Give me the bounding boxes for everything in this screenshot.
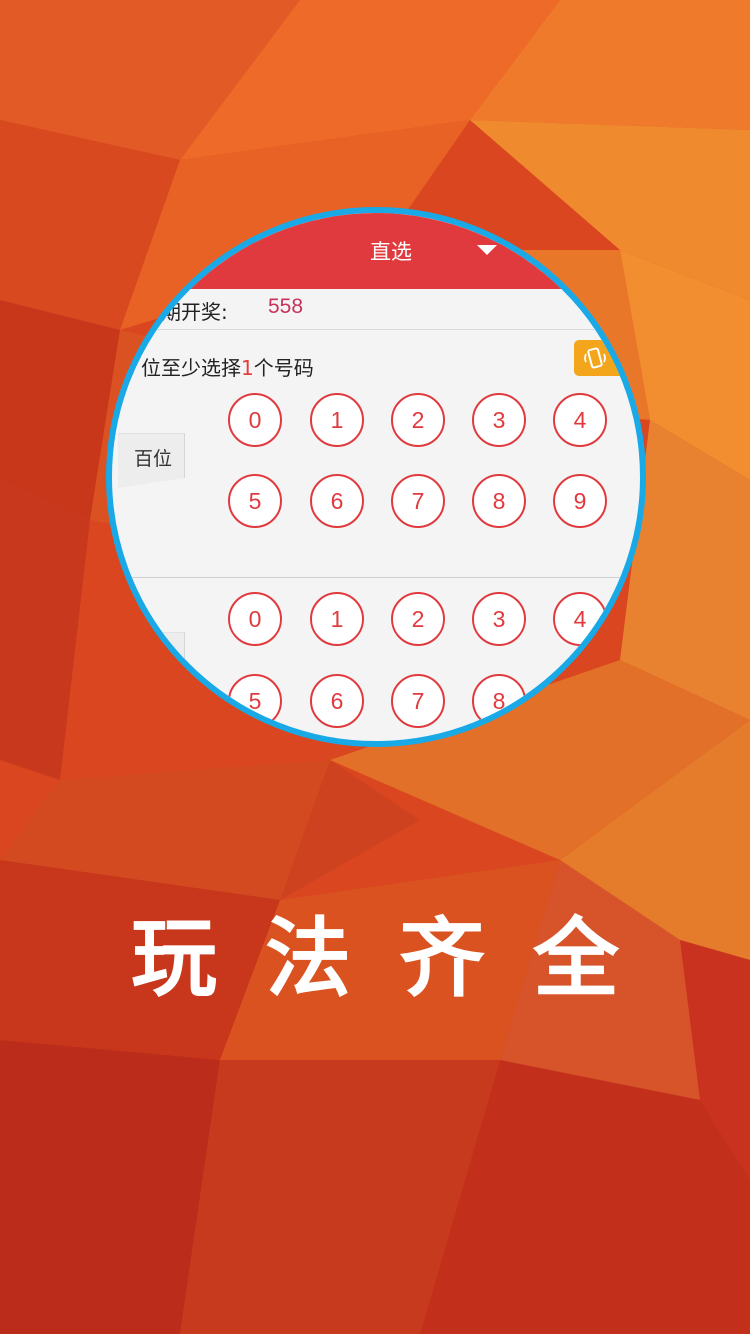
number-ball-tens-2[interactable]: 2 [391,592,445,646]
number-ball-tens-3[interactable]: 3 [472,592,526,646]
hint-prefix: 位至少选择 [141,356,241,380]
number-ball-tens-5[interactable]: 5 [228,674,282,728]
hundreds-position-label: 百位 [134,448,173,470]
number-ball-hundreds-3[interactable]: 3 [472,393,526,447]
number-ball-hundreds-1[interactable]: 1 [310,393,364,447]
hint-suffix: 个号码 [253,356,314,380]
promo-slogan: 玩法齐全 [131,909,667,1009]
row-divider [112,577,640,578]
magnified-screenshot: 直选 期开奖: 558 位至少选择1个号码 百位 0 1 2 3 4 5 6 7… [106,207,646,747]
number-ball-tens-4[interactable]: 4 [553,592,607,646]
caret-down-icon[interactable] [477,245,497,255]
number-ball-tens-6[interactable]: 6 [310,674,364,728]
number-ball-hundreds-5[interactable]: 5 [228,474,282,528]
number-ball-hundreds-4[interactable]: 4 [553,393,607,447]
tens-position-tab [118,632,185,687]
last-draw-label: 期开奖: [161,300,228,324]
number-ball-hundreds-6[interactable]: 6 [310,474,364,528]
number-ball-tens-1[interactable]: 1 [310,592,364,646]
number-ball-hundreds-9[interactable]: 9 [553,474,607,528]
shake-phone-icon [584,347,606,369]
hint-count: 1 [241,356,254,380]
play-type-title[interactable]: 直选 [336,236,446,266]
app-screen: 直选 期开奖: 558 位至少选择1个号码 百位 0 1 2 3 4 5 6 7… [112,213,640,741]
hundreds-position-tab: 百位 [118,433,185,488]
number-ball-tens-8[interactable]: 8 [472,674,526,728]
number-ball-hundreds-0[interactable]: 0 [228,393,282,447]
selection-hint: 位至少选择1个号码 [141,352,314,381]
last-draw-value: 558 [268,295,304,318]
number-ball-hundreds-7[interactable]: 7 [391,474,445,528]
number-ball-hundreds-8[interactable]: 8 [472,474,526,528]
number-ball-tens-0[interactable]: 0 [228,592,282,646]
number-ball-tens-7[interactable]: 7 [391,674,445,728]
number-ball-hundreds-2[interactable]: 2 [391,393,445,447]
shake-button[interactable] [574,340,640,376]
